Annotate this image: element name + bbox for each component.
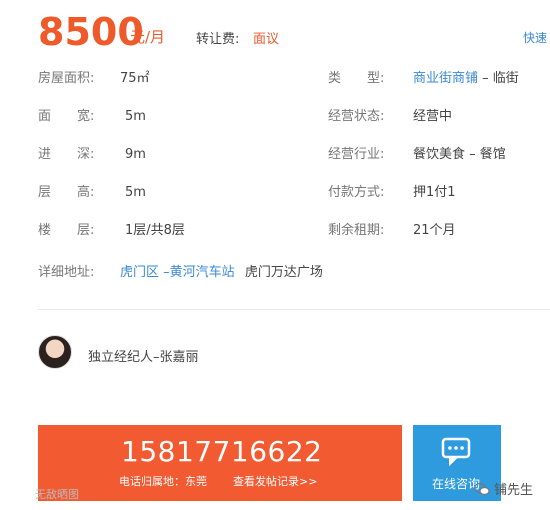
floor-label: 楼 层:: [38, 223, 95, 238]
phone-number[interactable]: 15817716622: [121, 435, 322, 468]
area-row: 房屋面积: 75㎡: [38, 70, 150, 88]
transfer-fee-label: 转让费:: [196, 32, 240, 47]
chat-bubble-icon: [441, 437, 471, 467]
wechat-icon: [474, 482, 490, 495]
lease-value: 21个月: [413, 223, 456, 238]
type-row: 类 型: 商业街商铺 – 临街: [328, 70, 519, 88]
watermark-right: 铺先生: [474, 479, 533, 498]
status-row: 经营状态: 经营中: [328, 108, 452, 126]
district-link[interactable]: 虎门区: [120, 265, 159, 280]
industry-label: 经营行业:: [328, 147, 385, 162]
industry-row: 经营行业: 餐饮美食 – 餐馆: [328, 146, 506, 164]
payment-row: 付款方式: 押1付1: [328, 184, 456, 202]
area-link[interactable]: 黄河汽车站: [170, 265, 235, 280]
agent-avatar[interactable]: [38, 335, 72, 369]
status-label: 经营状态:: [328, 109, 385, 124]
phone-location: 电话归属地：东莞: [119, 475, 207, 488]
width-label: 面 宽:: [38, 109, 95, 124]
watermark-left: 无敌晒图: [35, 488, 79, 501]
floor-row: 楼 层: 1层/共8层: [38, 222, 185, 240]
quick-link[interactable]: 快速: [523, 29, 547, 46]
address-detail: 虎门万达广场: [244, 265, 323, 280]
online-consult-label: 在线咨询: [432, 477, 481, 491]
transfer-fee-value: 面议: [253, 32, 280, 47]
agent-name[interactable]: 独立经纪人–张嘉丽: [88, 346, 199, 365]
industry-value: 餐饮美食 – 餐馆: [413, 147, 506, 162]
rent-price: 8500: [38, 10, 144, 54]
depth-label: 进 深:: [38, 147, 95, 162]
depth-value: 9m: [125, 147, 146, 162]
section-divider: [38, 309, 550, 310]
lease-label: 剩余租期:: [328, 223, 385, 238]
shop-type-link[interactable]: 商业街商铺: [413, 71, 478, 86]
height-label: 层 高:: [38, 185, 95, 200]
type-label: 类 型:: [328, 71, 385, 86]
price-unit: 元/月: [130, 28, 166, 46]
depth-row: 进 深: 9m: [38, 146, 146, 164]
width-row: 面 宽: 5m: [38, 108, 146, 126]
watermark-right-text: 铺先生: [494, 483, 534, 498]
status-value: 经营中: [413, 109, 453, 124]
address-label: 详细地址:: [38, 265, 95, 280]
shop-type-suffix: – 临街: [478, 71, 519, 86]
phone-contact-box[interactable]: 15817716622 电话归属地：东莞 查看发帖记录>>: [38, 425, 402, 501]
address-row: 详细地址: 虎门区 –黄河汽车站 虎门万达广场: [38, 264, 323, 282]
lease-row: 剩余租期: 21个月: [328, 222, 456, 240]
address-separator: –: [159, 265, 170, 280]
height-row: 层 高: 5m: [38, 184, 146, 202]
price-row: 8500 元/月 转让费: 面议 快速: [38, 10, 550, 60]
payment-label: 付款方式:: [328, 185, 385, 200]
floor-value: 1层/共8层: [125, 223, 185, 238]
width-value: 5m: [125, 109, 146, 124]
payment-value: 押1付1: [413, 185, 456, 200]
area-label: 房屋面积:: [38, 71, 95, 86]
area-value: 75㎡: [120, 71, 150, 86]
post-history-link[interactable]: 查看发帖记录>>: [233, 473, 317, 489]
height-value: 5m: [125, 185, 146, 200]
